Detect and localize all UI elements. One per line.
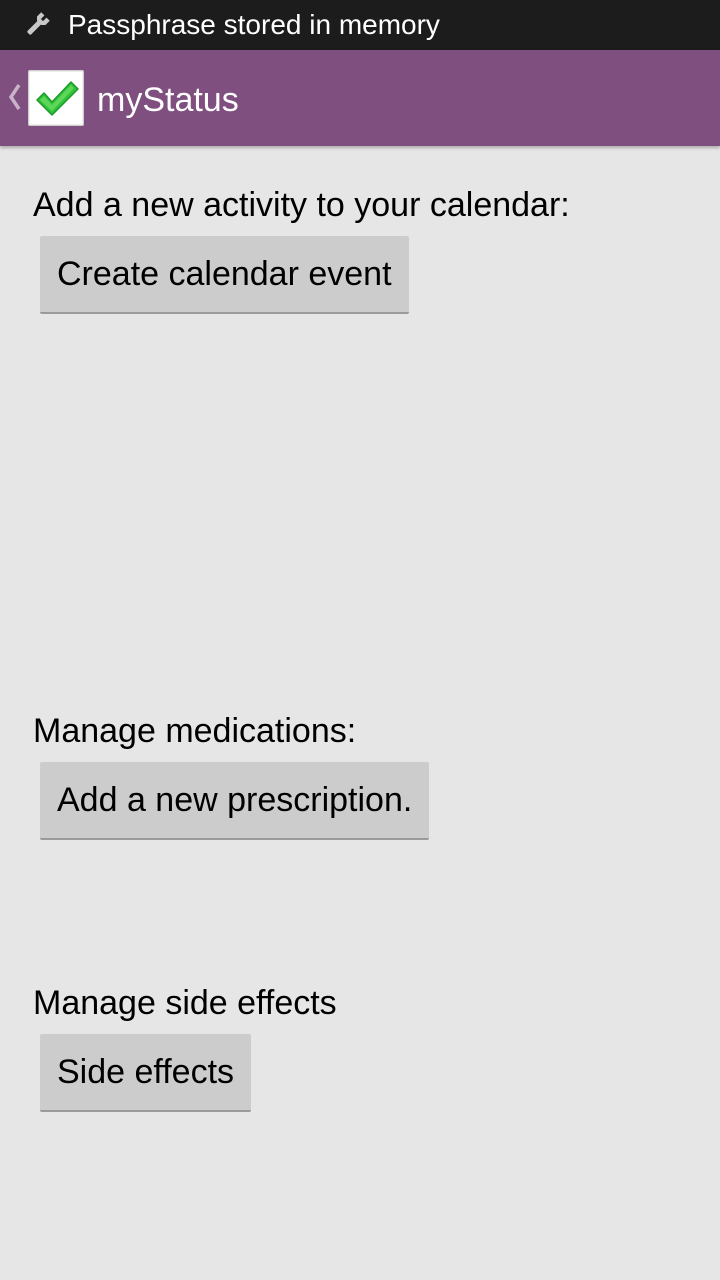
notification-text: Passphrase stored in memory — [68, 9, 440, 40]
chevron-left-icon[interactable] — [5, 80, 23, 114]
create-calendar-event-button[interactable]: Create calendar event — [40, 236, 409, 314]
side-effects-section-label: Manage side effects — [33, 984, 337, 1022]
status-bar: Passphrase stored in memory — [0, 0, 720, 50]
add-prescription-button[interactable]: Add a new prescription. — [40, 762, 430, 840]
action-bar: myStatus — [0, 50, 720, 146]
side-effects-button[interactable]: Side effects — [40, 1034, 252, 1112]
medications-section-label: Manage medications: — [33, 712, 357, 750]
app-title[interactable]: myStatus — [97, 80, 239, 120]
calendar-section-label: Add a new activity to your calendar: — [33, 186, 570, 224]
wrench-icon — [22, 10, 52, 40]
checkmark-icon[interactable] — [28, 70, 84, 126]
